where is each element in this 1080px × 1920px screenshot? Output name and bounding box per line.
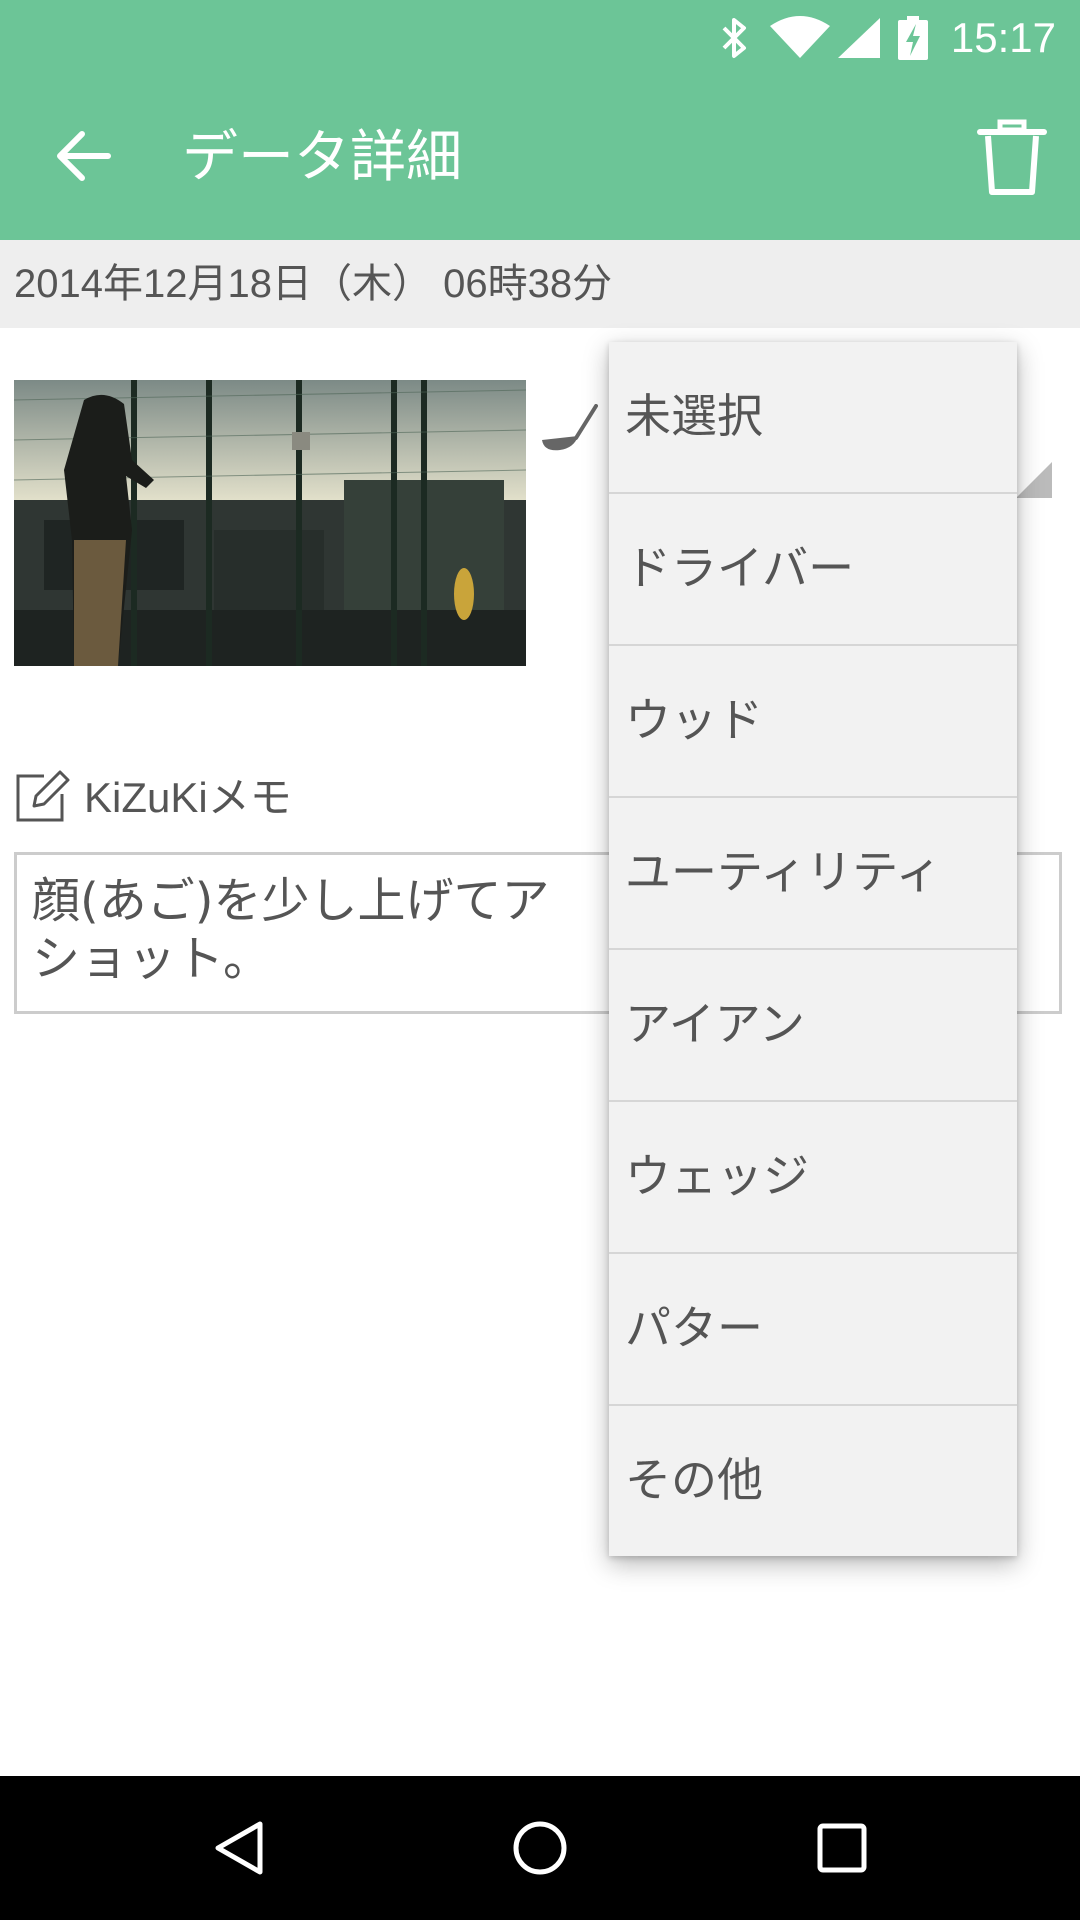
golf-club-icon (542, 404, 598, 451)
swing-video-thumbnail[interactable] (14, 380, 526, 666)
dropdown-option-label: パター (625, 1301, 763, 1355)
home-circle-icon[interactable] (510, 1818, 570, 1878)
club-type-dropdown-menu[interactable]: 未選択 ドライバー ウッド ユーティリティ アイアン ウェッジ パター その他 (609, 342, 1017, 1556)
dropdown-option-label: 未選択 (625, 389, 763, 443)
dropdown-option-wood[interactable]: ウッド (609, 646, 1017, 798)
back-triangle-icon[interactable] (208, 1818, 268, 1878)
bluetooth-icon (722, 18, 746, 58)
arrow-back-icon[interactable] (48, 120, 120, 192)
dropdown-option-other[interactable]: その他 (609, 1406, 1017, 1556)
status-time: 15:17 (950, 14, 1056, 61)
battery-charging-icon (898, 16, 928, 60)
dropdown-option-label: ウッド (625, 693, 763, 747)
dropdown-option-label: ドライバー (625, 541, 855, 595)
dropdown-option-utility[interactable]: ユーティリティ (609, 798, 1017, 950)
recents-square-icon[interactable] (812, 1818, 872, 1878)
dropdown-option-driver[interactable]: ドライバー (609, 494, 1017, 646)
spinner-dropdown-arrow-icon[interactable] (1016, 462, 1052, 498)
dropdown-option-wedge[interactable]: ウェッジ (609, 1102, 1017, 1254)
trash-icon[interactable] (974, 118, 1050, 198)
page-title: データ詳細 (182, 125, 462, 190)
date-time-text: 2014年12月18日（木） 06時38分 (14, 262, 613, 306)
dropdown-option-putter[interactable]: パター (609, 1254, 1017, 1406)
wifi-icon (770, 16, 830, 58)
dropdown-option-unselected[interactable]: 未選択 (609, 342, 1017, 494)
cell-signal-icon (838, 18, 880, 58)
edit-note-icon (16, 770, 70, 822)
dropdown-option-label: ウェッジ (625, 1149, 809, 1203)
video-frame-image (14, 380, 526, 666)
dropdown-option-label: ユーティリティ (625, 845, 942, 899)
dropdown-option-iron[interactable]: アイアン (609, 950, 1017, 1102)
status-bar: 15:17 (0, 0, 1080, 78)
dropdown-option-label: その他 (625, 1453, 763, 1507)
dropdown-option-label: アイアン (625, 997, 805, 1051)
memo-label: KiZuKiメモ (84, 774, 292, 821)
